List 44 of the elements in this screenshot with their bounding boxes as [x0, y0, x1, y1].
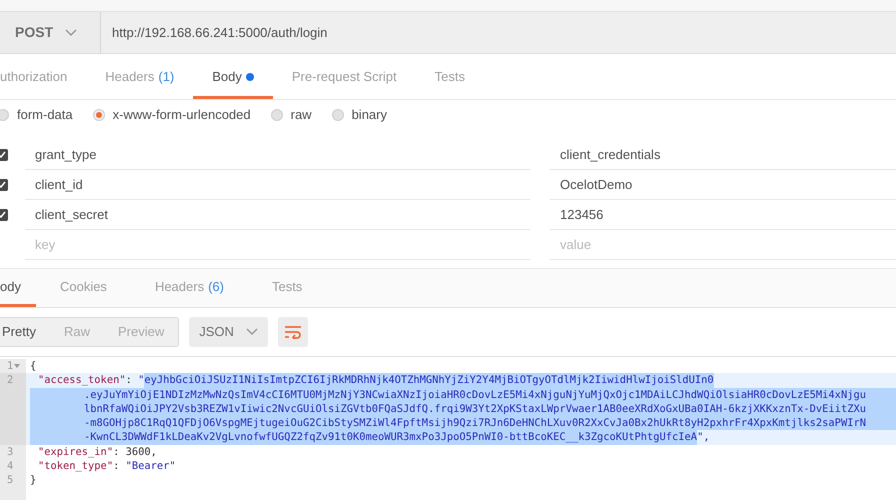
token-text: -m8GOHjp8C1RqQ1QFDjO6VspgMEjtugeiOuG2CibStySMZiWl4FpftMsijh9Qzi7RJn6DeHNChLXuv0R2XxCvJa0Bx2hUkRt8yH2pxhrFr4XpxKmtjlks2saPWIrN	[84, 416, 866, 430]
token-text: .eyJuYmYiOjE1NDIzMzMwNzQsImV4cCI6MTU0MjMzNjY3NCwiaXNzIjoiaHR0cDovLzE5Mi4xNjguNjYuMjQxOjc1MDAiLCJhdWQiOlsiaHR0cDovLzE5Mi4xNjgu	[84, 388, 866, 402]
view-mode-tab[interactable]: Pretty	[0, 318, 50, 346]
token-text: lbnRfaWQiOiJPY2Vsb3REZW1vIiwic2NvcGUiOlsiZGVtb0FQaSJdfQ.frqi9W3Yt2XpKStaxLWprVwaer1AB0eeXRdXoGxUBa0IAH-6kzjXKKxznTx-DvEiitZXu	[84, 402, 866, 416]
line-number: 3	[7, 444, 14, 460]
format-dropdown[interactable]: JSON	[189, 317, 268, 347]
body-mode-radio[interactable]: binary	[332, 105, 387, 125]
line-number: 1	[7, 359, 14, 374]
wrap-lines-button[interactable]	[278, 317, 308, 347]
caret-icon	[246, 328, 258, 336]
json-brace: }	[30, 474, 36, 486]
caret-icon	[65, 28, 78, 36]
line-number: 4	[7, 459, 14, 474]
count-label: (6)	[208, 278, 224, 296]
json-key: "expires_in"	[38, 446, 114, 458]
json-value: "Bearer"	[126, 460, 176, 472]
param-key[interactable]: grant_type	[35, 144, 96, 164]
body-mode-radio[interactable]: raw	[270, 105, 312, 125]
json-punctuation: :	[113, 446, 120, 458]
line-number: 2	[7, 373, 14, 388]
param-value[interactable]: OcelotDemo	[560, 174, 632, 194]
line-number: 5	[7, 473, 14, 488]
param-value[interactable]: 123456	[560, 204, 604, 224]
param-key[interactable]: client_secret	[35, 204, 108, 224]
response-tab[interactable]: ody	[0, 269, 36, 307]
token-text: -KwnCL3DWWdF1kLDeaKv2VgLvnofwfUGQZ2fqZv91t0K0meoWUR3mxPo3JpoO5PnWI0-bttBcoKEC__k3ZgcoKUtPhtgUfcIeA	[84, 430, 698, 445]
json-key: "token_type"	[38, 460, 114, 472]
json-punctuation: :	[126, 373, 133, 388]
method-dropdown[interactable]: POST	[0, 12, 101, 53]
wrap-lines-icon	[284, 325, 302, 339]
count-label: (1)	[158, 68, 174, 86]
body-mode-radio[interactable]: form-data	[0, 105, 73, 125]
request-tab[interactable]: Body	[193, 58, 273, 99]
param-key[interactable]: client_id	[35, 174, 83, 194]
json-punctuation: :	[113, 460, 120, 472]
json-key: "access_token"	[38, 373, 126, 388]
json-punctuation: ",	[697, 430, 896, 445]
url-field[interactable]: http://192.168.66.241:5000/auth/login	[101, 12, 896, 53]
json-brace: {	[30, 360, 36, 372]
json-quote: "	[138, 373, 144, 388]
param-value[interactable]: client_credentials	[560, 144, 660, 164]
token-text: eyJhbGciOiJSUzI1NiIsImtpZCI6IjRkMDRhNjk4OTZhMGNhYjZiY2Y4MjBiOTgyOTdlMjk2IiwidHlwIjoiSldUIn0	[144, 373, 714, 388]
body-mode-radio[interactable]: x-www-form-urlencoded	[92, 105, 251, 125]
json-value: 3600,	[126, 446, 157, 458]
